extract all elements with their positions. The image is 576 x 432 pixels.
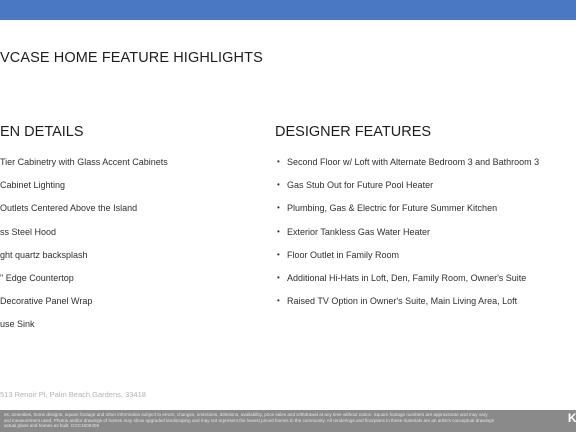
footer-bar: es, amenities, home designs, square foot… (0, 410, 576, 432)
list-item: • Second Floor w/ Loft with Alternate Bed… (275, 156, 539, 179)
list-item: ss Steel Hood (0, 226, 57, 237)
list-item-text: Exterior Tankless Gas Water Heater (287, 226, 431, 237)
brand-logo: K (567, 411, 576, 425)
list-item-text: Second Floor w/ Loft with Alternate Bedr… (287, 157, 540, 167)
designer-features-heading: DESIGNER FEATURES (275, 124, 432, 140)
bullet-icon: • (277, 226, 280, 236)
list-item: Tier Cabinetry with Glass Accent Cabinet… (0, 157, 168, 167)
bullet-icon: • (277, 296, 280, 306)
page-title: VCASE HOME FEATURE HIGHLIGHTS (0, 50, 263, 66)
bullet-icon: • (277, 249, 280, 259)
list-item: • Plumbing, Gas & Electric for Future Sum… (275, 202, 539, 225)
list-item: • Gas Stub Out for Future Pool Heater (275, 179, 539, 202)
list-item: Cabinet Lighting (0, 180, 66, 191)
list-item: Outlets Centered Above the Island (0, 203, 138, 214)
disclaimer-line: es, amenities, home designs, square foot… (4, 412, 488, 417)
bullet-icon: • (277, 157, 280, 166)
list-item: • Exterior Tankless Gas Water Heater (275, 226, 539, 249)
list-item-text: Gas Stub Out for Future Pool Heater (287, 180, 434, 191)
bullet-icon: • (277, 203, 280, 213)
kitchen-details-heading: EN DETAILS (0, 124, 84, 140)
list-item-text: Floor Outlet in Family Room (287, 249, 400, 260)
legal-disclaimer: es, amenities, home designs, square foot… (4, 412, 549, 429)
list-item: " Edge Countertop (0, 272, 74, 283)
designer-features-list: • Second Floor w/ Loft with Alternate Bed… (275, 156, 539, 318)
list-item: ght quartz backsplash (0, 249, 88, 260)
kitchen-details-list: Tier Cabinetry with Glass Accent Cabinet… (0, 156, 168, 342)
list-item: • Raised TV Option in Owner's Suite, Main… (275, 295, 539, 318)
list-item: • Floor Outlet in Family Room (275, 249, 539, 272)
bullet-icon: • (277, 272, 280, 282)
bullet-icon: • (277, 180, 280, 190)
list-item-text: Plumbing, Gas & Electric for Future Summ… (287, 203, 498, 214)
list-item: use Sink (0, 319, 35, 330)
list-item-text: Additional Hi-Hats in Loft, Den, Family … (287, 272, 527, 283)
top-color-bar (0, 0, 576, 20)
list-item-text: Raised TV Option in Owner's Suite, Main … (287, 296, 518, 307)
property-address: 513 Renoir Pl, Palm Beach Gardens, 33418 (0, 390, 146, 399)
disclaimer-line: actual plans and homes as built. CGC1509… (4, 423, 99, 429)
list-item: Decorative Panel Wrap (0, 296, 93, 307)
list-item: • Additional Hi-Hats in Loft, Den, Family… (275, 272, 539, 295)
